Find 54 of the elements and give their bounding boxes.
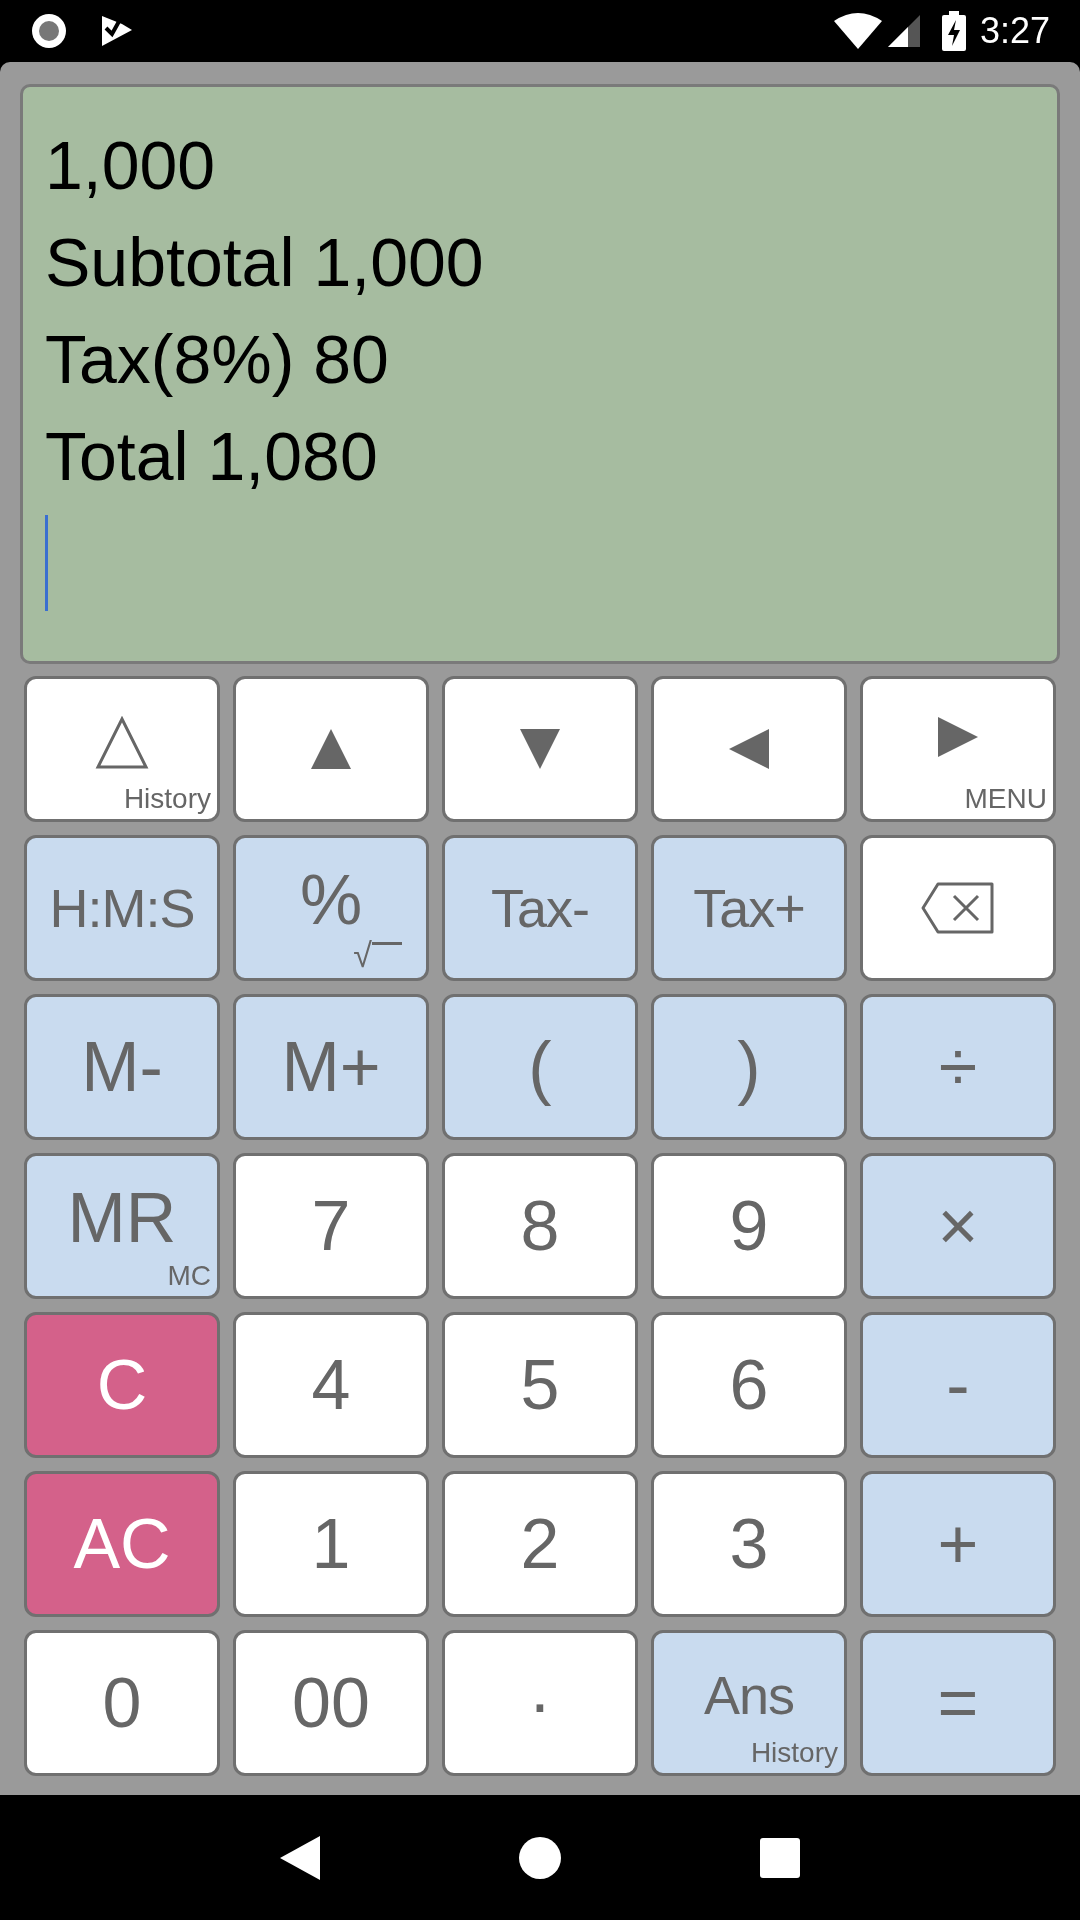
calculator-key[interactable]: Tax- <box>442 835 638 981</box>
recents-nav-icon[interactable] <box>760 1837 801 1878</box>
calculator-key[interactable]: ) <box>651 994 847 1140</box>
right-arrow-icon <box>937 715 979 759</box>
calculator-key[interactable]: + <box>860 1471 1056 1617</box>
calculator-key[interactable]: 8 <box>442 1153 638 1299</box>
signal-icon <box>887 15 920 47</box>
calculator-key[interactable]: ÷ <box>860 994 1056 1140</box>
calculator-key[interactable]: 2 <box>442 1471 638 1617</box>
calculator-key[interactable]: % √ <box>233 835 429 981</box>
down-arrow-icon <box>519 727 561 771</box>
calculator-key[interactable] <box>442 676 638 822</box>
calculator-key[interactable]: 4 <box>233 1312 429 1458</box>
calculator-key[interactable]: · <box>442 1630 638 1776</box>
calculator-key[interactable]: C <box>24 1312 220 1458</box>
status-time: 3:27 <box>979 9 1050 53</box>
calculator-key[interactable] <box>233 676 429 822</box>
display-line: 1,000 <box>45 126 217 205</box>
display-line: Total 1,080 <box>45 417 379 496</box>
calculator-key[interactable]: 7 <box>233 1153 429 1299</box>
calculator-key[interactable]: MENU <box>860 676 1056 822</box>
up-arrow-icon <box>310 727 352 771</box>
calculator-key[interactable]: × <box>860 1153 1056 1299</box>
calculator-key[interactable]: H:M:S <box>24 835 220 981</box>
wifi-icon <box>833 13 882 49</box>
calculator-key[interactable]: 1 <box>233 1471 429 1617</box>
calculator-key[interactable]: = <box>860 1630 1056 1776</box>
calculator-key[interactable]: 5 <box>442 1312 638 1458</box>
left-arrow-icon <box>728 727 770 771</box>
calculator-key[interactable]: M+ <box>233 994 429 1140</box>
display-line: Tax(8%) 80 <box>45 320 390 399</box>
calculator-key[interactable] <box>860 835 1056 981</box>
calculator-key[interactable]: 6 <box>651 1312 847 1458</box>
calculator-key[interactable]: AC <box>24 1471 220 1617</box>
calculator-key[interactable] <box>651 676 847 822</box>
calculator-key[interactable]: History <box>24 676 220 822</box>
calculator-key[interactable]: ( <box>442 994 638 1140</box>
calculator-key[interactable]: 00 <box>233 1630 429 1776</box>
calculator-key[interactable]: 3 <box>651 1471 847 1617</box>
checkmark-icon <box>100 14 134 48</box>
calculator-key[interactable]: 0 <box>24 1630 220 1776</box>
calculator-key[interactable]: Ans History <box>651 1630 847 1776</box>
triangle-outline-icon <box>95 716 149 770</box>
calculator-key[interactable]: Tax+ <box>651 835 847 981</box>
calculator-key[interactable]: - <box>860 1312 1056 1458</box>
calculator-key[interactable]: 9 <box>651 1153 847 1299</box>
calculator-key[interactable]: MR MC <box>24 1153 220 1299</box>
battery-charging-icon <box>941 11 966 51</box>
backspace-icon <box>920 881 996 935</box>
display-line: Subtotal 1,000 <box>45 223 485 302</box>
home-nav-icon[interactable] <box>519 1836 561 1879</box>
calculator-key[interactable]: M- <box>24 994 220 1140</box>
record-icon <box>30 12 68 50</box>
back-nav-icon[interactable] <box>279 1835 320 1880</box>
